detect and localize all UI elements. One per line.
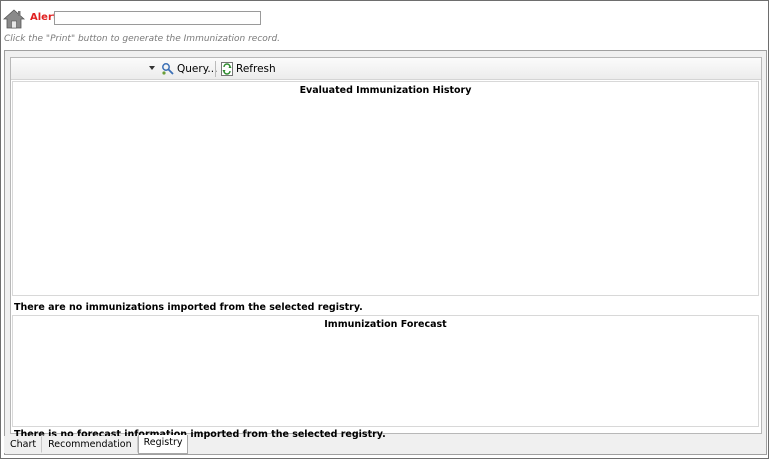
toolbar-separator [215, 61, 216, 77]
main-panel: Query... Refresh Evaluated Immunization … [4, 50, 767, 455]
print-hint: Click the "Print" button to generate the… [4, 34, 281, 44]
tab-chart[interactable]: Chart [4, 436, 43, 453]
history-empty-message: There are no immunizations imported from… [14, 302, 363, 313]
immunization-forecast-panel: Immunization Forecast [12, 315, 759, 427]
toolbar: Query... Refresh [11, 58, 761, 80]
refresh-icon [221, 61, 233, 76]
bottom-tabs: Chart Recommendation Registry [4, 435, 189, 454]
alert-input[interactable] [54, 11, 261, 25]
refresh-button[interactable]: Refresh [218, 60, 279, 77]
immunization-window: Alert: Click the "Print" button to gener… [0, 0, 769, 459]
immunization-history-panel: Evaluated Immunization History [12, 81, 759, 296]
query-button[interactable]: Query... [158, 60, 220, 77]
tab-registry[interactable]: Registry [137, 435, 189, 454]
refresh-label: Refresh [236, 62, 276, 75]
forecast-title: Immunization Forecast [324, 319, 447, 330]
history-title: Evaluated Immunization History [299, 85, 472, 96]
home-icon[interactable] [2, 8, 26, 30]
query-icon [161, 62, 175, 76]
chevron-down-icon[interactable] [149, 66, 155, 70]
registry-panel: Query... Refresh Evaluated Immunization … [10, 57, 762, 440]
query-label: Query... [177, 62, 218, 75]
tab-recommendation[interactable]: Recommendation [42, 436, 138, 453]
